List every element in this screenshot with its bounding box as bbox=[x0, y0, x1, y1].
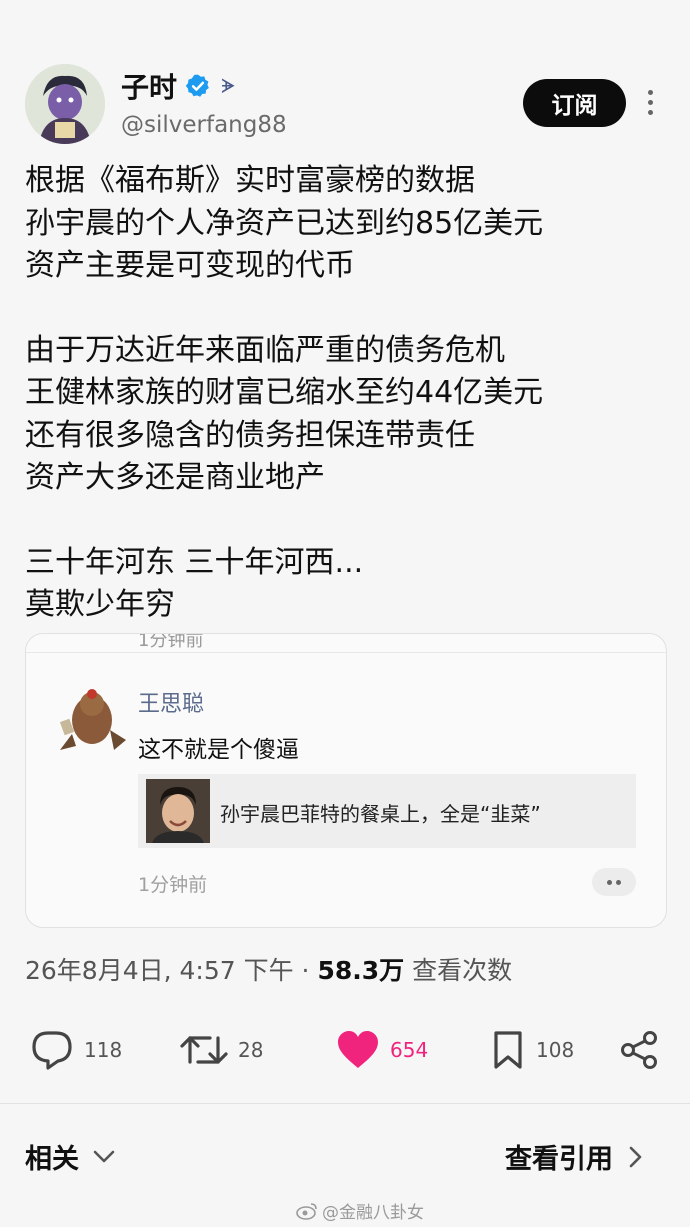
reply-count: 118 bbox=[84, 1038, 123, 1062]
comment-time: 1分钟前 bbox=[138, 874, 208, 896]
related-toggle[interactable]: 相关 bbox=[25, 1137, 115, 1176]
bookmark-icon bbox=[494, 1031, 522, 1069]
share-icon bbox=[621, 1031, 657, 1069]
chevron-down-icon bbox=[93, 1150, 115, 1162]
post-date: 26年8月4日, 4:57 下午 · bbox=[25, 956, 318, 985]
affiliate-badge-icon: ᗘ bbox=[221, 74, 236, 98]
post-line: 根据《福布斯》实时富豪榜的数据 bbox=[25, 163, 475, 198]
like-button[interactable]: 654 bbox=[336, 1030, 428, 1070]
commenter-avatar bbox=[50, 680, 136, 758]
view-label[interactable]: 查看次数 bbox=[404, 956, 512, 985]
divider bbox=[26, 652, 666, 653]
watermark-text: @金融八卦女 bbox=[322, 1203, 424, 1223]
retweet-count: 28 bbox=[238, 1038, 264, 1062]
link-preview: 孙宇晨巴菲特的餐桌上，全是“韭菜” bbox=[138, 774, 636, 848]
bookmark-count: 108 bbox=[536, 1038, 575, 1062]
author-avatar[interactable] bbox=[25, 64, 105, 144]
comment-more-icon bbox=[592, 868, 636, 896]
view-quotes-label: 查看引用 bbox=[505, 1144, 613, 1175]
post-line: 三十年河东 三十年河西... bbox=[25, 544, 364, 580]
reply-button[interactable]: 118 bbox=[30, 1030, 122, 1070]
author-name[interactable]: 子时 bbox=[121, 66, 177, 106]
embedded-image-card[interactable]: 1分钟前 王思聪 这不就是个傻逼 孙宇晨巴菲特的餐桌上，全是“韭菜” 1分钟前 bbox=[25, 633, 667, 928]
post-line: 王健林家族的财富已缩水至约44亿美元 bbox=[25, 375, 544, 410]
action-bar: 118 28 654 108 bbox=[0, 1022, 690, 1078]
more-options-icon[interactable] bbox=[642, 90, 658, 120]
link-title: 孙宇晨巴菲特的餐桌上，全是“韭菜” bbox=[220, 802, 541, 826]
divider bbox=[0, 1103, 690, 1104]
post-header: 子时 ᗘ @silverfang88 订阅 bbox=[0, 0, 690, 150]
author-name-row: 子时 ᗘ bbox=[121, 66, 236, 106]
post-line: 莫欺少年穷 bbox=[25, 587, 175, 622]
retweet-button[interactable]: 28 bbox=[180, 1030, 263, 1070]
verified-icon bbox=[185, 74, 209, 97]
subscribe-button[interactable]: 订阅 bbox=[523, 79, 626, 127]
view-count: 58.3万 bbox=[317, 956, 405, 985]
commenter-name: 王思聪 bbox=[138, 692, 205, 717]
author-handle[interactable]: @silverfang88 bbox=[121, 112, 287, 138]
retweet-icon bbox=[180, 1036, 228, 1064]
post-line: 资产主要是可变现的代币 bbox=[25, 248, 355, 283]
related-label: 相关 bbox=[25, 1144, 79, 1175]
share-button[interactable] bbox=[620, 1030, 660, 1070]
post-line: 孙宇晨的个人净资产已达到约85亿美元 bbox=[25, 205, 544, 241]
link-thumbnail bbox=[146, 779, 210, 843]
post-meta: 26年8月4日, 4:57 下午 · 58.3万 查看次数 bbox=[25, 951, 512, 987]
heart-icon bbox=[338, 1031, 378, 1068]
post-line: 资产大多还是商业地产 bbox=[25, 460, 325, 495]
view-quotes-link[interactable]: 查看引用 bbox=[505, 1137, 643, 1176]
post-line: 由于万达近年来面临严重的债务危机 bbox=[25, 332, 505, 368]
quote-cut-timestamp: 1分钟前 bbox=[138, 633, 204, 651]
post-text: 根据《福布斯》实时富豪榜的数据 孙宇晨的个人净资产已达到约85亿美元 资产主要是… bbox=[25, 160, 665, 627]
like-count: 654 bbox=[390, 1038, 429, 1062]
weibo-logo-icon bbox=[296, 1202, 317, 1220]
chevron-right-icon bbox=[629, 1146, 642, 1167]
comment-text: 这不就是个傻逼 bbox=[138, 737, 299, 763]
bookmark-button[interactable]: 108 bbox=[490, 1030, 574, 1070]
reply-icon bbox=[32, 1031, 72, 1070]
post-line: 还有很多隐含的债务担保连带责任 bbox=[25, 417, 475, 453]
weibo-watermark: @金融八卦女 bbox=[296, 1198, 424, 1223]
